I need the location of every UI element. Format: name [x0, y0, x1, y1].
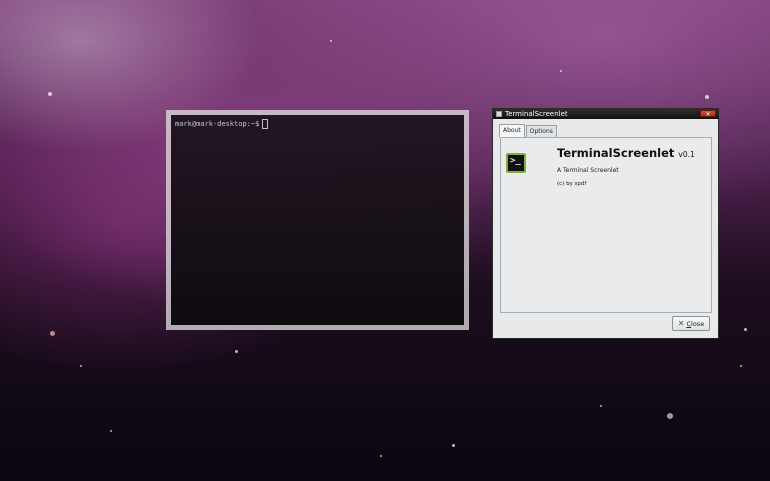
- tab-about[interactable]: About: [499, 124, 525, 137]
- star: [560, 70, 562, 72]
- star: [50, 331, 55, 336]
- close-button[interactable]: ✕ Close: [672, 316, 710, 331]
- app-copyright: (c) by spdf: [557, 181, 587, 187]
- star: [80, 365, 82, 367]
- close-icon: ✕: [677, 318, 685, 328]
- terminal-cursor: [262, 119, 269, 129]
- app-version: v0.1: [678, 150, 695, 159]
- titlebar-close-icon[interactable]: ✕: [700, 110, 716, 118]
- about-dialog: TerminalScreenlet ✕ About Options >_ Ter…: [492, 108, 719, 339]
- app-title: TerminalScreenlet v0.1: [557, 146, 695, 160]
- app-name: TerminalScreenlet: [557, 146, 675, 160]
- tab-options[interactable]: Options: [525, 125, 557, 137]
- dialog-title: TerminalScreenlet: [505, 110, 568, 118]
- terminal-prompt: mark@mark-desktop:~$: [175, 119, 269, 129]
- dialog-titlebar[interactable]: TerminalScreenlet ✕: [493, 109, 718, 119]
- star: [744, 328, 747, 331]
- terminal-screenlet[interactable]: mark@mark-desktop:~$: [166, 110, 469, 330]
- prompt-text: mark@mark-desktop:~$: [175, 120, 260, 128]
- star: [667, 413, 673, 419]
- about-panel: >_ TerminalScreenlet v0.1 A Terminal Scr…: [500, 137, 712, 313]
- star: [740, 365, 742, 367]
- star: [235, 350, 238, 353]
- star: [380, 455, 382, 457]
- star: [452, 444, 455, 447]
- tab-bar: About Options: [499, 124, 558, 137]
- close-label: lose: [691, 319, 705, 328]
- star: [705, 95, 709, 99]
- terminal-icon: >_: [506, 153, 526, 173]
- star: [330, 40, 332, 42]
- star: [110, 430, 112, 432]
- window-icon: [496, 111, 502, 117]
- star: [600, 405, 602, 407]
- app-description: A Terminal Screenlet: [557, 167, 619, 174]
- terminal-area[interactable]: mark@mark-desktop:~$: [171, 115, 464, 325]
- star: [48, 92, 52, 96]
